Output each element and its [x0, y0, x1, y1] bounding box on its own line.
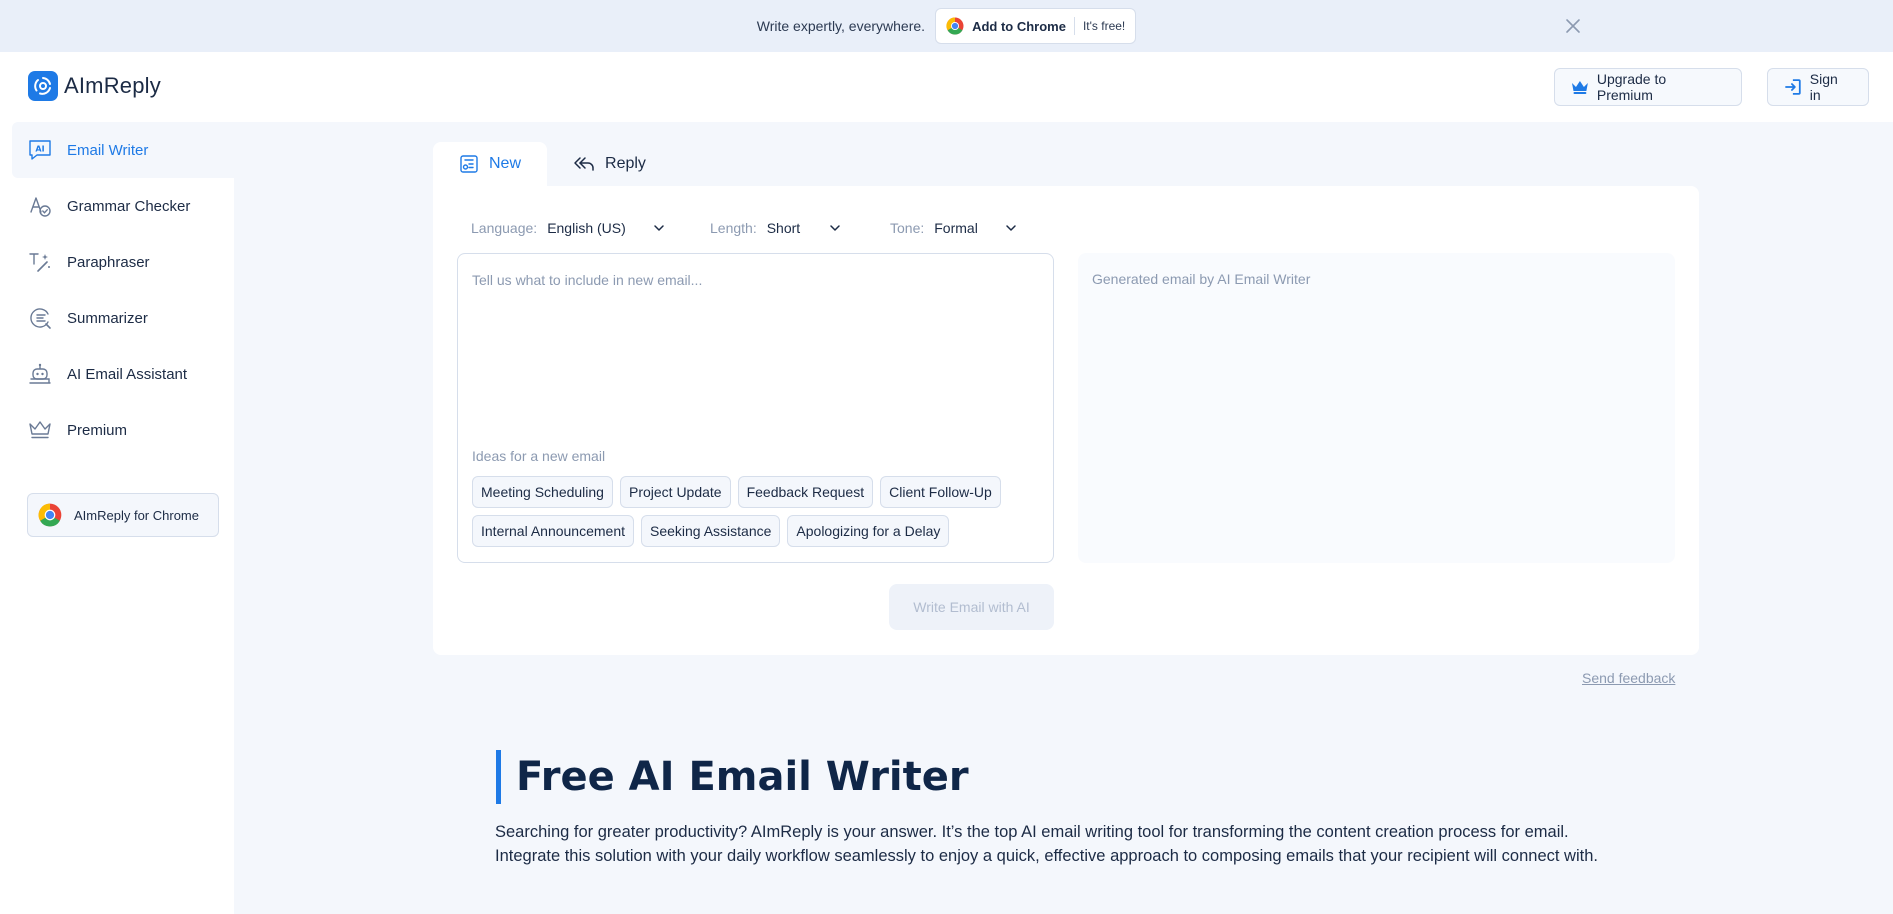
tab-reply-label: Reply [605, 155, 646, 172]
generated-email-placeholder: Generated email by AI Email Writer [1092, 271, 1311, 287]
add-to-chrome-button[interactable]: Add to Chrome It's free! [935, 8, 1137, 44]
tone-label: Tone: [890, 220, 925, 236]
logo-icon [28, 71, 58, 101]
cta-divider [1073, 17, 1075, 35]
sign-in-button[interactable]: Sign in [1767, 68, 1869, 106]
generated-email-output[interactable]: Generated email by AI Email Writer [1078, 253, 1675, 563]
idea-chip[interactable]: Feedback Request [737, 476, 874, 508]
reply-all-icon [574, 157, 594, 171]
crown-icon [1571, 81, 1588, 94]
new-email-icon [460, 155, 478, 173]
upgrade-premium-button[interactable]: Upgrade to Premium [1554, 68, 1742, 106]
tab-new[interactable]: New [433, 142, 548, 186]
idea-chip[interactable]: Seeking Assistance [641, 515, 781, 547]
robot-icon [27, 361, 53, 387]
article-body: Searching for greater productivity? AImR… [495, 823, 1598, 865]
summarize-icon [27, 305, 53, 331]
language-label: Language: [471, 220, 538, 236]
sidebar-item-grammar-checker[interactable]: Grammar Checker [12, 178, 234, 234]
tone-select[interactable]: Tone: Formal [890, 218, 1040, 238]
chevron-down-icon [1006, 225, 1016, 231]
crown-icon [27, 417, 53, 443]
sign-in-icon [1785, 79, 1801, 95]
svg-text:AI: AI [35, 145, 44, 154]
sidebar-item-label: AI Email Assistant [67, 365, 188, 383]
email-prompt-input[interactable]: Tell us what to include in new email... … [457, 253, 1054, 563]
add-to-chrome-label: Add to Chrome [972, 18, 1066, 34]
tab-reply[interactable]: Reply [547, 142, 672, 186]
paraphrase-icon [27, 249, 53, 275]
sidebar-item-label: Paraphraser [67, 253, 150, 271]
sidebar: AI Email Writer Grammar Checker Paraphra… [0, 122, 234, 914]
chevron-down-icon [830, 225, 840, 231]
sidebar-item-label: Email Writer [67, 141, 149, 159]
chrome-icon [946, 17, 964, 35]
tone-value: Formal [934, 220, 978, 236]
cta-free-note: It's free! [1082, 19, 1126, 33]
idea-chip[interactable]: Meeting Scheduling [472, 476, 613, 508]
send-feedback-link[interactable]: Send feedback [1582, 670, 1675, 686]
options-bar: Language: English (US) Length: Short Ton… [471, 218, 1040, 238]
idea-chips: Meeting Scheduling Project Update Feedba… [472, 476, 1032, 547]
ideas-label: Ideas for a new email [472, 448, 606, 464]
idea-chip[interactable]: Client Follow-Up [880, 476, 1001, 508]
sidebar-item-label: Summarizer [67, 309, 148, 327]
article-title: Free AI Email Writer [496, 750, 969, 804]
sidebar-item-email-writer[interactable]: AI Email Writer [12, 122, 234, 178]
chevron-down-icon [654, 225, 664, 231]
idea-chip[interactable]: Internal Announcement [472, 515, 634, 547]
upgrade-premium-label: Upgrade to Premium [1596, 71, 1667, 103]
email-writer-card: Language: English (US) Length: Short Ton… [433, 186, 1699, 655]
sidebar-item-summarizer[interactable]: Summarizer [12, 290, 234, 346]
sidebar-item-premium[interactable]: Premium [12, 402, 234, 458]
length-select[interactable]: Length: Short [710, 218, 890, 238]
mode-tabs: New Reply [433, 142, 672, 186]
close-icon[interactable] [1563, 16, 1583, 36]
sidebar-item-paraphraser[interactable]: Paraphraser [12, 234, 234, 290]
grammar-icon [27, 193, 53, 219]
chrome-extension-button[interactable]: AImReply for Chrome [27, 493, 219, 537]
language-value: English (US) [547, 220, 626, 236]
chrome-icon [38, 503, 62, 527]
sidebar-item-ai-email-assistant[interactable]: AI Email Assistant [12, 346, 234, 402]
length-value: Short [766, 220, 801, 236]
sidebar-item-label: Premium [67, 421, 128, 439]
idea-chip[interactable]: Project Update [619, 476, 731, 508]
site-header: AImReply Upgrade to Premium Sign in [0, 52, 1893, 122]
tab-new-label: New [489, 155, 522, 172]
length-label: Length: [710, 220, 757, 236]
sign-in-label: Sign in [1809, 71, 1838, 103]
write-email-button[interactable]: Write Email with AI [889, 584, 1054, 630]
promo-banner: Write expertly, everywhere. Add to Chrom… [0, 0, 1893, 52]
chrome-extension-label: AImReply for Chrome [74, 507, 199, 523]
sidebar-item-label: Grammar Checker [67, 197, 191, 215]
idea-chip[interactable]: Apologizing for a Delay [787, 515, 950, 547]
banner-text: Write expertly, everywhere. [756, 18, 926, 34]
language-select[interactable]: Language: English (US) [471, 218, 710, 238]
logo[interactable]: AImReply [28, 71, 161, 101]
ai-chat-icon: AI [27, 137, 53, 163]
logo-text: AImReply [64, 73, 161, 98]
email-prompt-placeholder: Tell us what to include in new email... [472, 272, 703, 288]
